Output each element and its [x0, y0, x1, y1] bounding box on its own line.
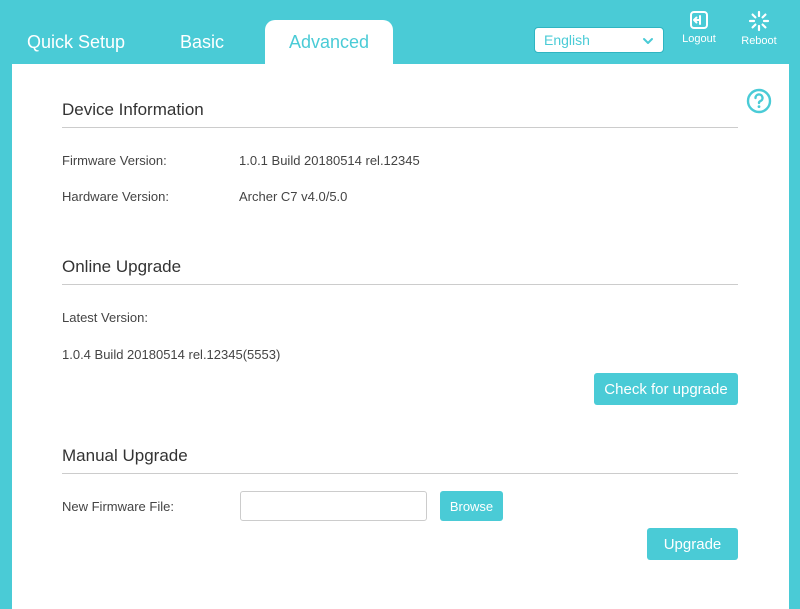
- latest-version-value: 1.0.4 Build 20180514 rel.12345(5553): [62, 347, 281, 362]
- firmware-version-label: Firmware Version:: [62, 153, 167, 168]
- help-icon[interactable]: [746, 88, 772, 114]
- logout-button[interactable]: Logout: [669, 10, 729, 56]
- tab-advanced[interactable]: Advanced: [265, 20, 393, 64]
- tab-basic[interactable]: Basic: [160, 20, 244, 64]
- hardware-version-value: Archer C7 v4.0/5.0: [239, 189, 348, 204]
- latest-version-label: Latest Version:: [62, 310, 148, 325]
- reboot-icon: [748, 10, 770, 32]
- language-select-value: English: [544, 32, 590, 48]
- main-panel: Device Information Firmware Version: 1.0…: [12, 64, 789, 609]
- online-upgrade-title: Online Upgrade: [62, 257, 738, 285]
- browse-button[interactable]: Browse: [440, 491, 503, 521]
- manual-upgrade-title: Manual Upgrade: [62, 446, 738, 474]
- chevron-down-icon: [643, 38, 653, 44]
- logout-label: Logout: [682, 33, 716, 45]
- new-firmware-file-label: New Firmware File:: [62, 499, 174, 514]
- firmware-file-input[interactable]: [240, 491, 427, 521]
- upgrade-button[interactable]: Upgrade: [647, 528, 738, 560]
- language-select[interactable]: English: [534, 27, 664, 53]
- check-for-upgrade-button[interactable]: Check for upgrade: [594, 373, 738, 405]
- top-navigation-bar: Quick Setup Basic Advanced English Logou…: [0, 0, 800, 64]
- reboot-label: Reboot: [741, 35, 777, 47]
- logout-icon: [690, 11, 708, 29]
- reboot-button[interactable]: Reboot: [729, 10, 789, 56]
- device-information-title: Device Information: [62, 100, 738, 128]
- hardware-version-label: Hardware Version:: [62, 189, 169, 204]
- tab-quick-setup[interactable]: Quick Setup: [14, 20, 138, 64]
- firmware-version-value: 1.0.1 Build 20180514 rel.12345: [239, 153, 420, 168]
